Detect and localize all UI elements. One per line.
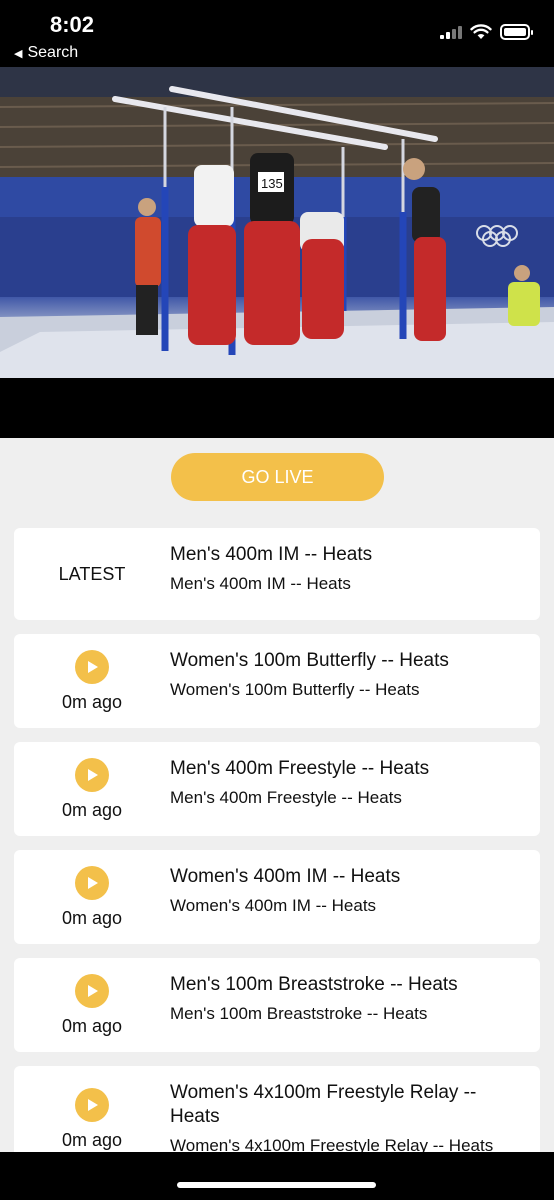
time-ago: 0m ago	[61, 692, 123, 712]
list-item-left: LATEST	[14, 528, 170, 620]
back-to-search-link[interactable]: ◀ Search	[14, 44, 78, 62]
list-item-subtitle: Men's 400m Freestyle -- Heats	[170, 788, 402, 807]
status-icons	[440, 24, 533, 40]
list-item[interactable]: 0m ago Men's 400m Freestyle -- Heats Men…	[14, 742, 540, 836]
list-item-subtitle: Men's 100m Breaststroke -- Heats	[170, 1004, 428, 1023]
svg-text:135: 135	[261, 176, 283, 191]
list-item-left: 0m ago	[14, 958, 170, 1052]
video-frame[interactable]: 135	[0, 67, 554, 378]
go-live-button[interactable]: GO LIVE	[171, 453, 384, 501]
gymnastics-scene-image: 135	[0, 67, 554, 378]
latest-label: LATEST	[58, 564, 126, 584]
play-icon[interactable]	[75, 866, 109, 900]
list-item-title: Men's 400m Freestyle -- Heats	[170, 758, 430, 779]
list-item[interactable]: 0m ago Women's 400m IM -- Heats Women's …	[14, 850, 540, 944]
list-item-title: Women's 4x100m Freestyle Relay -- Heats	[170, 1082, 477, 1127]
back-label: Search	[27, 44, 79, 61]
list-item[interactable]: LATEST Men's 400m IM -- Heats Men's 400m…	[14, 528, 540, 620]
home-bar	[0, 1152, 554, 1200]
list-item-subtitle: Women's 400m IM -- Heats	[170, 896, 377, 915]
play-icon[interactable]	[75, 974, 109, 1008]
time-ago: 0m ago	[61, 908, 123, 928]
list-item[interactable]: 0m ago Men's 100m Breaststroke -- Heats …	[14, 958, 540, 1052]
list-item-left: 0m ago	[14, 634, 170, 728]
battery-icon	[500, 24, 533, 40]
video-player[interactable]: 135	[0, 67, 554, 438]
list-item-left: 0m ago	[14, 850, 170, 944]
list-item-title: Women's 100m Butterfly -- Heats	[170, 650, 449, 671]
wifi-icon	[470, 24, 492, 39]
play-icon[interactable]	[75, 650, 109, 684]
time-ago: 0m ago	[61, 1016, 123, 1036]
list-item-title: Women's 400m IM -- Heats	[170, 866, 401, 887]
list-item-subtitle: Men's 400m IM -- Heats	[170, 574, 351, 593]
back-triangle-icon: ◀	[14, 47, 23, 60]
play-icon[interactable]	[75, 758, 109, 792]
list-item-title: Men's 100m Breaststroke -- Heats	[170, 974, 458, 995]
time-ago: 0m ago	[61, 1130, 123, 1150]
home-indicator[interactable]	[177, 1182, 376, 1188]
status-bar: 8:02 ◀ Search	[0, 0, 554, 67]
status-time: 8:02	[50, 12, 95, 37]
list-item-left: 0m ago	[14, 742, 170, 836]
time-ago: 0m ago	[61, 800, 123, 820]
list-item[interactable]: 0m ago Women's 100m Butterfly -- Heats W…	[14, 634, 540, 728]
list-item-subtitle: Women's 100m Butterfly -- Heats	[170, 680, 420, 699]
list-item-title: Men's 400m IM -- Heats	[170, 544, 373, 565]
screen: 8:02 ◀ Search 135 GO LIVE LATEST Men's 4…	[0, 0, 554, 1200]
cellular-signal-icon	[440, 25, 462, 39]
play-icon[interactable]	[75, 1088, 109, 1122]
